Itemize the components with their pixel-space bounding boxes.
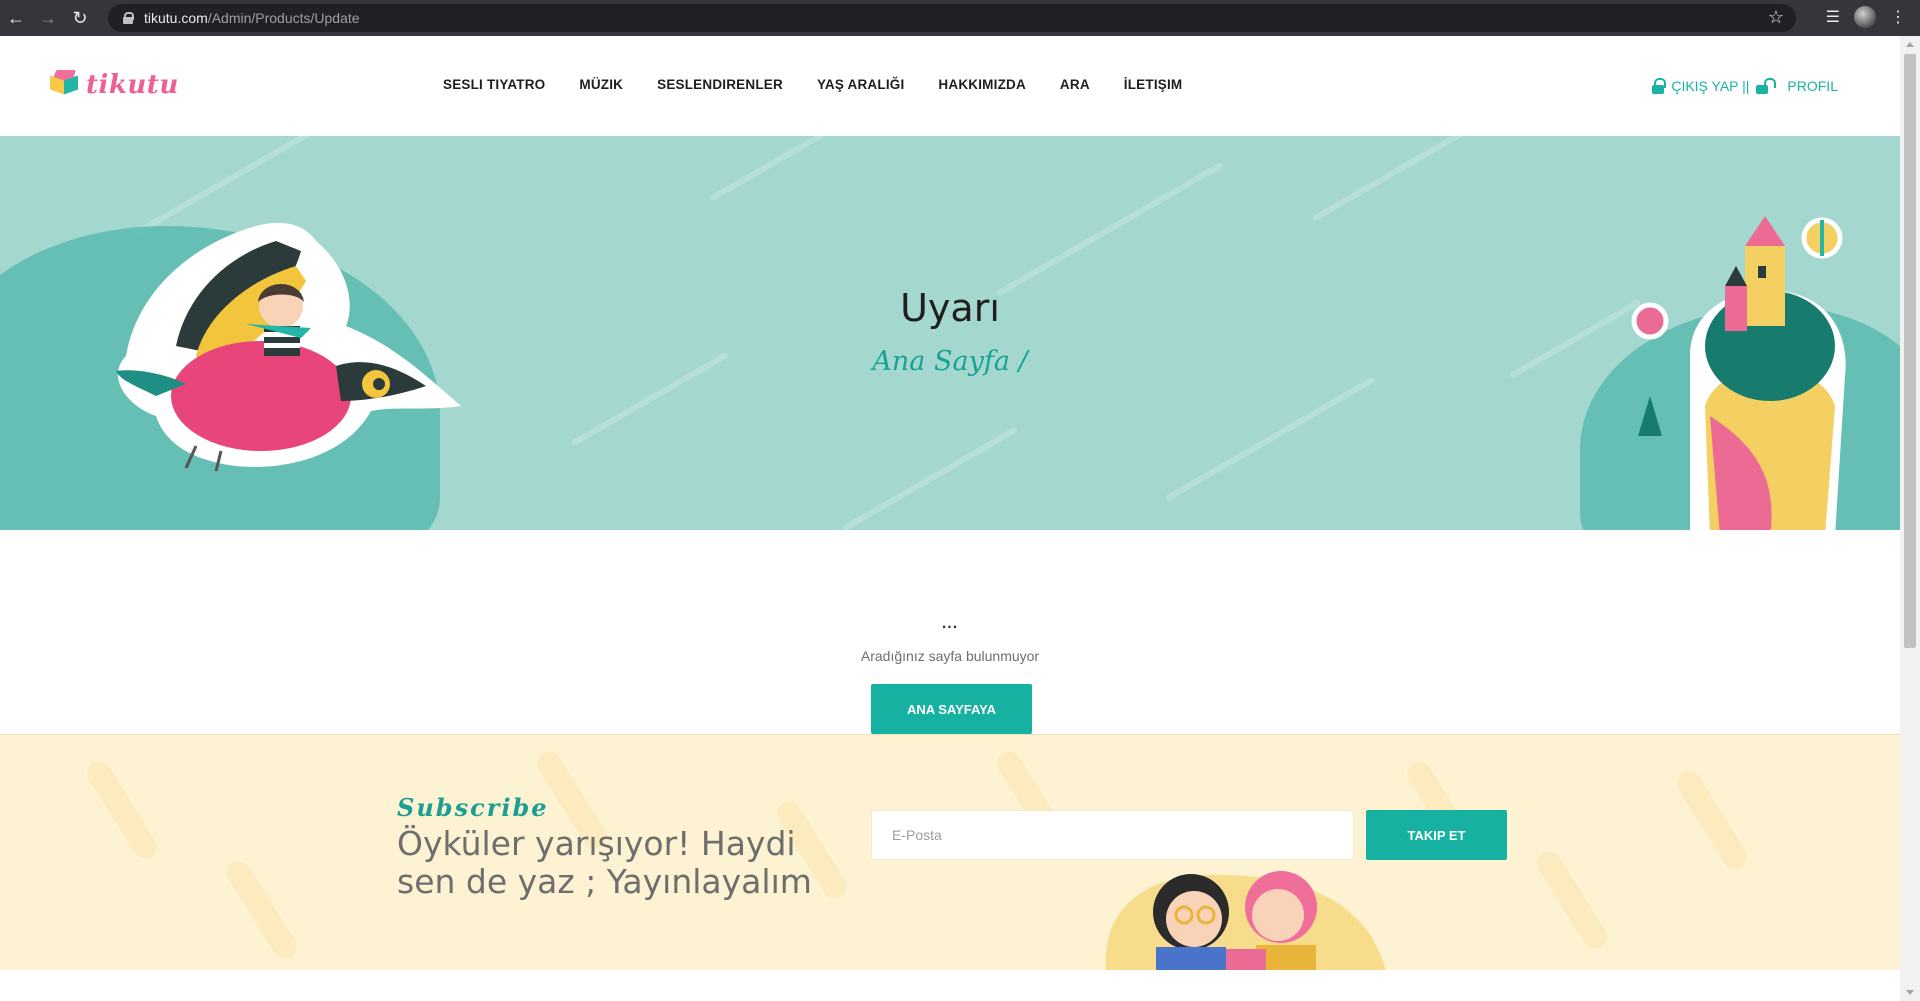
page-title: Uyarı [900, 286, 1000, 330]
browser-toolbar: ← → ↻ tikutu.com/Admin/Products/Update ☆… [0, 0, 1920, 36]
subscribe-label: Subscribe [397, 793, 549, 822]
not-found-message: Aradığınız sayfa bulunmuyor [860, 648, 1040, 664]
padlock-icon [1651, 78, 1667, 94]
logo-cube-icon [50, 70, 80, 100]
nav-yas-araligi[interactable]: YAŞ ARALIĞI [817, 77, 904, 92]
scroll-down-icon[interactable] [1906, 990, 1914, 995]
hero-banner: Uyarı Ana Sayfa / [0, 136, 1900, 530]
scroll-up-icon[interactable] [1906, 42, 1914, 47]
back-arrow-icon[interactable]: ← [0, 0, 32, 36]
unlock-icon [1755, 78, 1777, 94]
main-nav: SESLI TIYATRO MÜZIK SESLENDIRENLER YAŞ A… [443, 77, 1182, 92]
playlist-icon[interactable]: ☰ [1826, 7, 1840, 27]
site-header: tikutu SESLI TIYATRO MÜZIK SESLENDIRENLE… [0, 36, 1900, 136]
scrollbar-thumb[interactable] [1904, 54, 1916, 648]
email-field[interactable] [871, 810, 1354, 860]
page-scrollbar[interactable] [1900, 36, 1920, 1001]
nav-muzik[interactable]: MÜZIK [579, 77, 623, 92]
kids-reading-illustration [1105, 871, 1386, 970]
auth-links: ÇIKIŞ YAP || PROFIL [1651, 78, 1838, 94]
avatar[interactable] [1854, 6, 1876, 28]
dots-separator: ... [941, 615, 959, 632]
subscribe-section: Subscribe Öyküler yarışıyor! Haydi sen d… [0, 734, 1900, 970]
nav-sesli-tiyatro[interactable]: SESLI TIYATRO [443, 77, 545, 92]
follow-button[interactable]: TAKIP ET [1366, 810, 1507, 860]
bird-girl-illustration [116, 222, 461, 472]
star-icon[interactable]: ☆ [1768, 7, 1784, 28]
url-path: /Admin/Products/Update [207, 10, 360, 26]
profile-link[interactable]: PROFIL [1787, 78, 1838, 94]
logo-text: tikutu [86, 70, 179, 100]
menu-dots-icon[interactable]: ⋮ [1890, 7, 1906, 27]
forward-arrow-icon[interactable]: → [32, 0, 64, 36]
nav-ara[interactable]: ARA [1060, 77, 1090, 92]
breadcrumb[interactable]: Ana Sayfa / [0, 346, 1900, 377]
nav-seslendirenler[interactable]: SESLENDIRENLER [657, 77, 783, 92]
reload-icon[interactable]: ↻ [64, 0, 96, 36]
nav-iletisim[interactable]: İLETIŞIM [1124, 77, 1183, 92]
home-button[interactable]: ANA SAYFAYA [871, 684, 1032, 734]
subscribe-heading: Öyküler yarışıyor! Haydi sen de yaz ; Ya… [397, 824, 812, 901]
nav-hakkimizda[interactable]: HAKKIMIZDA [938, 77, 1026, 92]
lock-icon [122, 12, 134, 24]
logout-link[interactable]: ÇIKIŞ YAP || [1671, 78, 1749, 94]
url-host: tikutu.com [144, 10, 208, 26]
address-bar[interactable]: tikutu.com/Admin/Products/Update ☆ [108, 4, 1796, 32]
logo[interactable]: tikutu [50, 70, 179, 100]
